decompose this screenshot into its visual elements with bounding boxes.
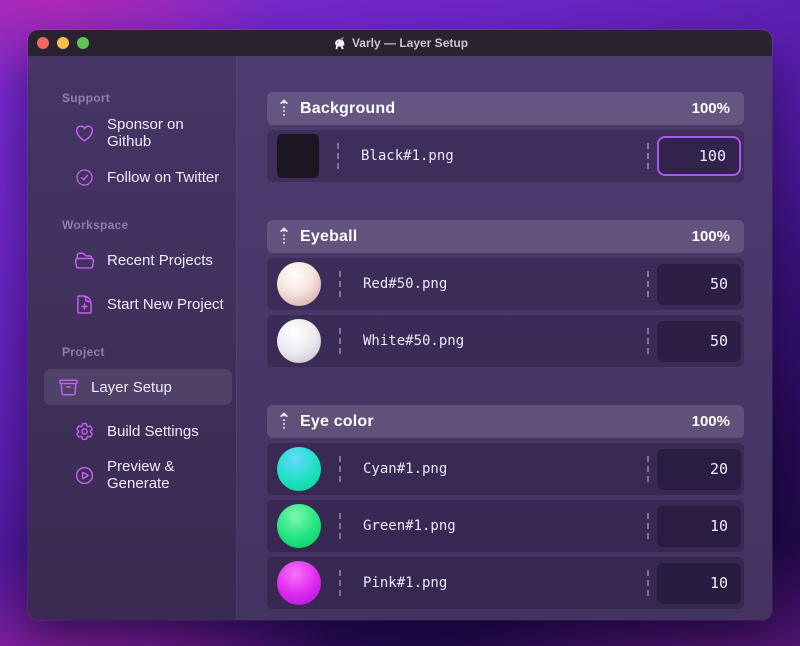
window-title-text: Varly — Layer Setup [351,36,469,50]
document-plus-icon [77,294,92,314]
archive-box-icon [59,379,78,395]
play-circle-icon [75,466,94,484]
layer-filename: Black#1.png [361,148,454,164]
group-weight: 100% [691,228,730,245]
layer-row-black: Black#1.png [267,130,744,182]
sidebar-item-label: Sponsor on Github [107,116,184,150]
divider [647,328,649,354]
gear-icon [76,422,93,440]
layer-value-input[interactable] [657,320,741,362]
drag-handle-icon[interactable] [279,226,289,247]
layer-value-input[interactable] [657,448,741,490]
layer-row-white: White#50.png [267,315,744,367]
sidebar-item-follow-on-twitter[interactable]: Follow on Twitter [44,159,232,195]
layer-group-eye-color: Eye color 100% Cyan#1.png Green#1.png [267,405,744,609]
layer-thumbnail-cyan [277,447,321,491]
group-title: Eyeball [300,227,358,245]
group-header[interactable]: Eye color 100% [267,405,744,438]
layer-filename: Green#1.png [363,518,456,534]
divider [339,328,341,354]
layer-filename: Cyan#1.png [363,461,448,477]
sidebar-section-support: Support Sponsor on Github Follow on Twit… [28,90,236,195]
desktop: { "window": { "title": "Varly — Layer Se… [0,0,800,646]
layer-row-green: Green#1.png [267,500,744,552]
section-label: Support [62,91,111,105]
section-label: Project [62,345,105,359]
check-badge-icon [76,168,93,186]
group-header[interactable]: Eyeball 100% [267,220,744,253]
layer-filename: Red#50.png [363,276,448,292]
divider [647,143,649,169]
divider [647,456,649,482]
drag-handle-icon[interactable] [279,98,289,119]
sidebar-item-label: Preview & Generate [107,458,175,492]
divider [647,513,649,539]
divider [339,456,341,482]
layer-thumbnail-white [277,319,321,363]
drag-handle-icon[interactable] [279,411,289,432]
sidebar-item-build-settings[interactable]: Build Settings [44,413,232,449]
sidebar-section-project: Project Layer Setup Build Settings Previ… [28,344,236,493]
sidebar-item-start-new-project[interactable]: Start New Project [44,286,232,322]
divider [337,143,339,169]
sidebar-item-label: Layer Setup [91,378,172,396]
sidebar-item-label: Start New Project [107,295,224,313]
layer-thumbnail-black [277,134,319,178]
sidebar-item-label: Recent Projects [107,251,213,269]
layer-value-input[interactable] [657,562,741,604]
sidebar-item-sponsor-on-github[interactable]: Sponsor on Github [44,115,232,151]
layer-value-input[interactable] [657,136,741,176]
layer-thumbnail-green [277,504,321,548]
layer-thumbnail-pink [277,561,321,605]
divider [339,570,341,596]
layer-setup-panel: Background 100% Black#1.png 100 Eyeball … [237,56,772,620]
layer-value-input[interactable] [657,263,741,305]
group-weight: 100% [691,100,730,117]
layer-group-background: Background 100% Black#1.png [267,92,744,182]
layer-row-cyan: Cyan#1.png [267,443,744,495]
group-title: Background [300,99,396,117]
divider [339,271,341,297]
divider [647,271,649,297]
layer-thumbnail-red [277,262,321,306]
layer-row-red: Red#50.png [267,258,744,310]
layer-group-eyeball: Eyeball 100% Red#50.png White#50.png [267,220,744,367]
group-weight: 100% [691,413,730,430]
sidebar-item-preview-generate[interactable]: Preview & Generate [44,457,232,493]
sidebar-item-recent-projects[interactable]: Recent Projects [44,242,232,278]
section-label: Workspace [62,218,129,232]
app-window: Varly — Layer Setup Support Sponsor on G… [28,30,772,620]
sidebar-item-layer-setup[interactable]: Layer Setup [44,369,232,405]
layer-value-input[interactable] [657,505,741,547]
heart-icon [75,125,94,141]
window-body: Support Sponsor on Github Follow on Twit… [28,56,772,620]
layer-filename: Pink#1.png [363,575,448,591]
layer-row-pink: Pink#1.png [267,557,744,609]
titlebar[interactable]: Varly — Layer Setup [28,30,772,56]
divider [339,513,341,539]
group-header[interactable]: Background 100% [267,92,744,125]
window-title: Varly — Layer Setup [28,36,772,51]
layer-filename: White#50.png [363,333,465,349]
sidebar-item-label: Follow on Twitter [107,168,220,186]
sidebar-section-workspace: Workspace Recent Projects Start New Proj… [28,217,236,322]
folder-open-icon [74,252,95,269]
sidebar: Support Sponsor on Github Follow on Twit… [28,56,237,620]
divider [647,570,649,596]
group-title: Eye color [300,412,374,430]
sidebar-item-label: Build Settings [107,422,199,440]
unicorn-icon [335,36,345,49]
